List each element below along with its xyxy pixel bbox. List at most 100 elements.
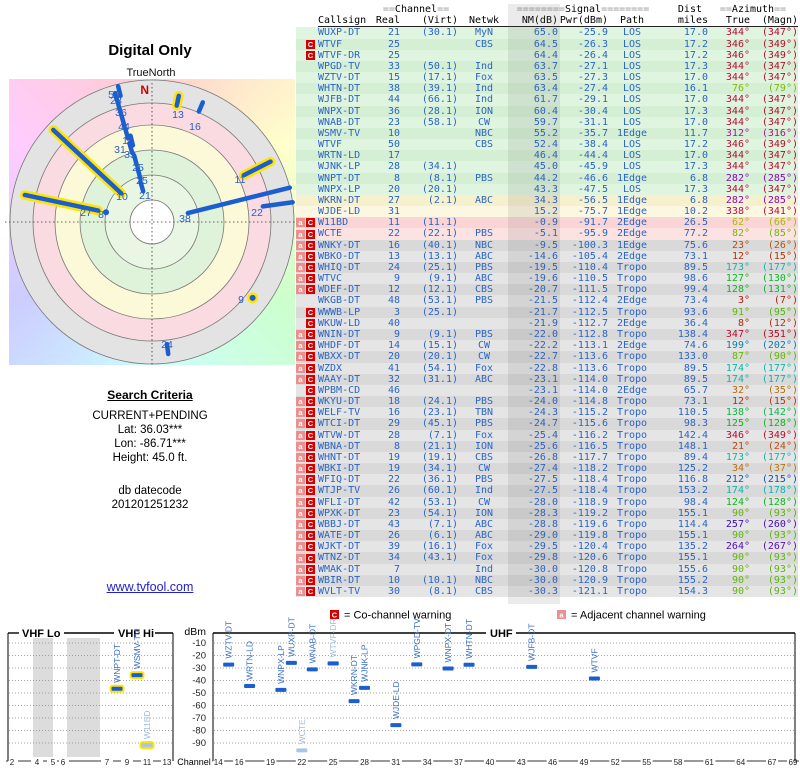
radar-channel-label: 9 xyxy=(238,294,244,306)
table-row-wtjp-tv: a C WTJP-TV 26 (60.1) Ind -27.5 -118.4 Tropo 153.… xyxy=(296,485,798,497)
co-channel-badge: C xyxy=(306,285,315,295)
table-row-welf-tv: a C WELF-TV 16 (23.1) TBN -24.3 -115.2 Tropo 110.… xyxy=(296,407,798,419)
table-column-headers: Callsign Real (Virt) Netwk NM(dB) Pwr(dBm) Pat… xyxy=(318,15,798,28)
channel-tick-label: 2 xyxy=(10,758,15,767)
adjacent-channel-badge: a xyxy=(296,430,305,440)
table-row-wtvf: C WTVF 25 CBS 64.5 -26.3 LOS 17.2 346° (349°) xyxy=(296,38,798,50)
band-chart-station-wjde-ld: WJDE-LD xyxy=(390,681,402,728)
warning-badges xyxy=(296,117,318,128)
co-channel-badge: C xyxy=(306,419,315,429)
co-channel-badge: C xyxy=(306,430,315,440)
warning-badges xyxy=(296,106,318,117)
dbm-tick-label: -40 xyxy=(192,676,206,687)
warning-badges: aC xyxy=(296,228,318,239)
channel-tick-label: 69 xyxy=(789,758,798,767)
adjacent-channel-badge: a xyxy=(296,240,305,250)
warning-badges: C xyxy=(296,39,318,50)
legend-item: C = Co-channel warning xyxy=(330,610,451,622)
dbm-tick-label: -10 xyxy=(192,638,206,649)
band-chart-station-wpgd-tv: WPGD-TV xyxy=(411,618,423,667)
warning-badges: aC xyxy=(296,575,318,586)
co-channel-badge: C xyxy=(306,330,315,340)
channel-tick-label: 11 xyxy=(143,758,152,767)
warning-badges: aC xyxy=(296,240,318,251)
table-row-wrtn-ld: WRTN-LD 17 46.4 -44.4 LOS 17.0 344° (347°) xyxy=(296,150,798,162)
table-row-wtvw-dt: a C WTVW-DT 28 (7.1) Fox -25.4 -116.2 Tropo 142.4… xyxy=(296,429,798,441)
adjacent-channel-badge: a xyxy=(296,542,305,552)
db-datecode-value: 201201251232 xyxy=(111,499,189,511)
co-channel-badge: C xyxy=(306,441,315,451)
adjacent-channel-badge: a xyxy=(296,519,305,529)
channel-tick-label: 67 xyxy=(768,758,777,767)
table-row-wkuw-ld: C WKUW-LD 40 -21.9 -112.7 2Edge 36.4 8° (12°) xyxy=(296,317,798,329)
warning-badges: aC xyxy=(296,340,318,351)
co-channel-badge: C xyxy=(306,553,315,563)
table-row-wnab-dt: WNAB-DT 23 (58.1) CW 59.7 -31.1 LOS 17.0 344° (34… xyxy=(296,116,798,128)
co-channel-badge: C xyxy=(306,218,315,228)
band-chart-station-whtn-dt: WHTN-DT xyxy=(463,619,475,667)
warning-badges: C xyxy=(296,318,318,329)
warning-badges: C xyxy=(296,50,318,61)
warning-badges: aC xyxy=(296,351,318,362)
band-chart-station-wnpx-dt: WNPX-DT xyxy=(442,623,454,671)
warning-badges: aC xyxy=(296,452,318,463)
warning-badges: aC xyxy=(296,474,318,485)
warning-badges: aC xyxy=(296,284,318,295)
channel-tick-label: 34 xyxy=(423,758,432,767)
band-chart-station-label: WPGD-TV xyxy=(412,618,422,658)
co-channel-badge: C xyxy=(306,587,315,597)
warning-badges: aC xyxy=(296,262,318,273)
table-row-wbxx-dt: a C WBXX-DT 20 (20.1) CW -22.7 -113.6 Tropo 133.0… xyxy=(296,351,798,363)
band-chart-station-label: WJNK-LP xyxy=(360,644,370,682)
adjacent-channel-badge: a xyxy=(296,419,305,429)
table-row-whtn-dt: WHTN-DT 38 (39.1) Ind 63.4 -27.4 LOS 16.1 76° (79… xyxy=(296,83,798,95)
table-row-wfli-dt: a C WFLI-DT 42 (53.1) CW -28.0 -118.9 Tropo 98.4 1… xyxy=(296,496,798,508)
warning-badges xyxy=(296,94,318,105)
warning-badges xyxy=(296,139,318,150)
adjacent-channel-badge: a xyxy=(296,452,305,462)
adjacent-channel-badge: a xyxy=(296,464,305,474)
radar-channel-label: 21 xyxy=(139,190,151,202)
co-channel-badge: C xyxy=(306,475,315,485)
band-chart-station-label: WKRN-DT xyxy=(349,655,359,695)
co-channel-badge: C xyxy=(306,542,315,552)
table-row-wzdx: a C WZDX 41 (54.1) Fox -22.8 -113.6 Tropo 89.5 174… xyxy=(296,362,798,374)
legend-text: = Co-channel warning xyxy=(344,610,451,622)
adjacent-channel-badge: a xyxy=(296,475,305,485)
adjacent-channel-badge: a xyxy=(296,587,305,597)
channel-tick-label: 13 xyxy=(163,758,172,767)
table-row-whnt-dt: a C WHNT-DT 19 (19.1) CBS -26.8 -117.7 Tropo 89.4… xyxy=(296,451,798,464)
channel-tick-label: 31 xyxy=(391,758,400,767)
table-row-wkgb-dt: WKGB-DT 48 (53.1) PBS -21.5 -112.4 2Edge 73.4 3°… xyxy=(296,295,798,307)
dbm-axis-label: dBm xyxy=(184,626,206,638)
warning-badges xyxy=(296,128,318,139)
co-channel-badge: C xyxy=(306,251,315,261)
channel-tick-label: 58 xyxy=(674,758,683,767)
band-chart-station-label: W11BD xyxy=(142,710,152,739)
tvfool-link[interactable]: www.tvfool.com xyxy=(0,580,300,594)
band-chart-station-wuxp-dt: WUXP-DT xyxy=(285,617,297,665)
radar-channel-label: 27 xyxy=(80,207,92,219)
adjacent-channel-badge: a xyxy=(296,341,305,351)
radar-channel-label: 10 xyxy=(116,191,128,203)
dbm-tick-label: -50 xyxy=(192,688,206,699)
table-row-wtvc: a C WTVC 9 (9.1) ABC -19.6 -110.5 Tropo 98.6 127°(… xyxy=(296,273,798,285)
band-chart-station-label: WJDE-LD xyxy=(391,681,401,719)
channel-tick-label: 43 xyxy=(517,758,526,767)
co-channel-badge: C xyxy=(306,452,315,462)
search-lon: Lon: -86.71*** xyxy=(114,438,186,450)
table-row-wnky-dt: a C WNKY-DT 16 (40.1) NBC -9.5 -100.3 1Edge 75.6 2… xyxy=(296,239,798,251)
band-chart-station-wnab-dt: WNAB-DT xyxy=(306,624,318,672)
adjacent-channel-badge: a xyxy=(296,486,305,496)
vhf-gap-band xyxy=(67,638,100,757)
warning-badges: aC xyxy=(296,552,318,563)
warning-badges xyxy=(296,195,318,206)
warning-badges xyxy=(296,184,318,195)
dbm-tick-label: -80 xyxy=(192,726,206,737)
warning-badges: aC xyxy=(296,407,318,418)
dbm-tick-label: -90 xyxy=(192,738,206,749)
db-datecode-label: db datecode xyxy=(118,485,182,497)
co-channel-badge: C xyxy=(306,575,315,585)
table-row-wbbj-dt: a C WBBJ-DT 43 (7.1) ABC -28.8 -119.6 Tropo 114.4… xyxy=(296,518,798,531)
